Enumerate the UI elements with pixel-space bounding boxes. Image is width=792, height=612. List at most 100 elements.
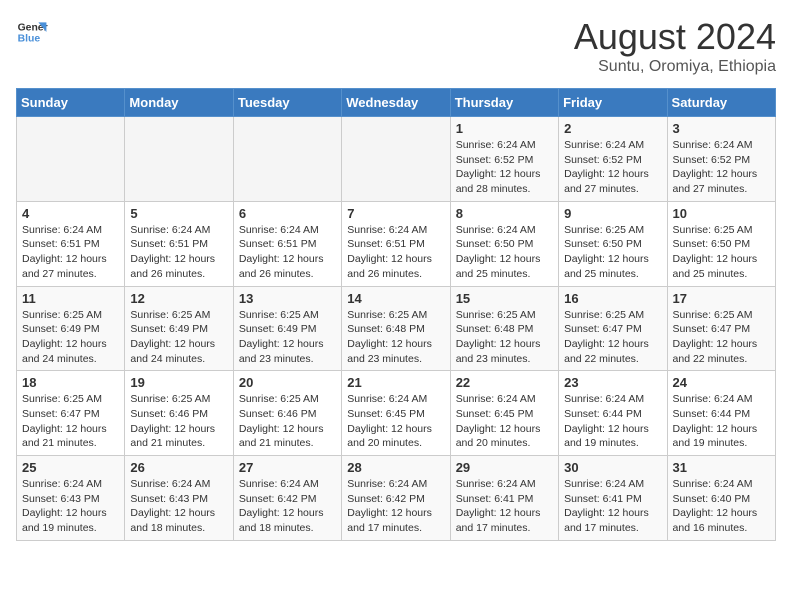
calendar-cell: 29 Sunrise: 6:24 AM Sunset: 6:41 PM Dayli… bbox=[450, 456, 558, 541]
day-number: 14 bbox=[347, 291, 444, 306]
day-info: Sunrise: 6:24 AM Sunset: 6:42 PM Dayligh… bbox=[239, 477, 336, 536]
day-info: Sunrise: 6:24 AM Sunset: 6:44 PM Dayligh… bbox=[673, 392, 770, 451]
calendar-cell: 27 Sunrise: 6:24 AM Sunset: 6:42 PM Dayli… bbox=[233, 456, 341, 541]
logo-icon: General Blue bbox=[16, 16, 48, 48]
calendar-cell: 15 Sunrise: 6:25 AM Sunset: 6:48 PM Dayli… bbox=[450, 286, 558, 371]
day-info: Sunrise: 6:25 AM Sunset: 6:50 PM Dayligh… bbox=[564, 223, 661, 282]
day-number: 8 bbox=[456, 206, 553, 221]
day-number: 15 bbox=[456, 291, 553, 306]
day-info: Sunrise: 6:25 AM Sunset: 6:49 PM Dayligh… bbox=[239, 308, 336, 367]
day-number: 29 bbox=[456, 460, 553, 475]
calendar-cell: 12Sunrise: 6:25 AM Sunset: 6:49 PM Dayli… bbox=[125, 286, 233, 371]
day-number: 30 bbox=[564, 460, 661, 475]
calendar-cell bbox=[17, 117, 125, 202]
day-info: Sunrise: 6:24 AM Sunset: 6:44 PM Dayligh… bbox=[564, 392, 661, 451]
calendar-cell: 9 Sunrise: 6:25 AM Sunset: 6:50 PM Daylig… bbox=[559, 201, 667, 286]
day-number: 11 bbox=[22, 291, 119, 306]
day-number: 17 bbox=[673, 291, 770, 306]
day-info: Sunrise: 6:24 AM Sunset: 6:51 PM Dayligh… bbox=[239, 223, 336, 282]
day-info: Sunrise: 6:24 AM Sunset: 6:51 PM Dayligh… bbox=[347, 223, 444, 282]
calendar-cell: 11 Sunrise: 6:25 AM Sunset: 6:49 PM Dayli… bbox=[17, 286, 125, 371]
title-block: August 2024 Suntu, Oromiya, Ethiopia bbox=[574, 16, 776, 76]
day-number: 26 bbox=[130, 460, 227, 475]
svg-text:Blue: Blue bbox=[18, 34, 41, 45]
day-of-week-header: Thursday bbox=[450, 89, 558, 117]
day-number: 10 bbox=[673, 206, 770, 221]
day-number: 27 bbox=[239, 460, 336, 475]
calendar-cell: 26Sunrise: 6:24 AM Sunset: 6:43 PM Dayli… bbox=[125, 456, 233, 541]
day-number: 5 bbox=[130, 206, 227, 221]
day-number: 20 bbox=[239, 375, 336, 390]
day-info: Sunrise: 6:24 AM Sunset: 6:52 PM Dayligh… bbox=[456, 138, 553, 197]
calendar-cell: 24 Sunrise: 6:24 AM Sunset: 6:44 PM Dayli… bbox=[667, 371, 775, 456]
calendar-cell: 18 Sunrise: 6:25 AM Sunset: 6:47 PM Dayli… bbox=[17, 371, 125, 456]
day-number: 1 bbox=[456, 121, 553, 136]
calendar-table: SundayMondayTuesdayWednesdayThursdayFrid… bbox=[16, 88, 776, 541]
day-info: Sunrise: 6:24 AM Sunset: 6:45 PM Dayligh… bbox=[456, 392, 553, 451]
day-number: 28 bbox=[347, 460, 444, 475]
calendar-cell: 16 Sunrise: 6:25 AM Sunset: 6:47 PM Dayli… bbox=[559, 286, 667, 371]
calendar-cell: 4Sunrise: 6:24 AM Sunset: 6:51 PM Daylig… bbox=[17, 201, 125, 286]
calendar-cell: 22 Sunrise: 6:24 AM Sunset: 6:45 PM Dayli… bbox=[450, 371, 558, 456]
month-title: August 2024 bbox=[574, 16, 776, 58]
day-info: Sunrise: 6:25 AM Sunset: 6:46 PM Dayligh… bbox=[239, 392, 336, 451]
day-of-week-header: Saturday bbox=[667, 89, 775, 117]
day-number: 18 bbox=[22, 375, 119, 390]
calendar-cell: 13 Sunrise: 6:25 AM Sunset: 6:49 PM Dayli… bbox=[233, 286, 341, 371]
calendar-cell: 31 Sunrise: 6:24 AM Sunset: 6:40 PM Dayli… bbox=[667, 456, 775, 541]
day-of-week-header: Sunday bbox=[17, 89, 125, 117]
day-number: 25 bbox=[22, 460, 119, 475]
calendar-cell: 1 Sunrise: 6:24 AM Sunset: 6:52 PM Daylig… bbox=[450, 117, 558, 202]
calendar-cell: 25 Sunrise: 6:24 AM Sunset: 6:43 PM Dayli… bbox=[17, 456, 125, 541]
day-info: Sunrise: 6:24 AM Sunset: 6:52 PM Dayligh… bbox=[564, 138, 661, 197]
day-number: 24 bbox=[673, 375, 770, 390]
day-of-week-header: Friday bbox=[559, 89, 667, 117]
day-info: Sunrise: 6:24 AM Sunset: 6:41 PM Dayligh… bbox=[456, 477, 553, 536]
calendar-cell: 10 Sunrise: 6:25 AM Sunset: 6:50 PM Dayli… bbox=[667, 201, 775, 286]
calendar-cell: 7 Sunrise: 6:24 AM Sunset: 6:51 PM Daylig… bbox=[342, 201, 450, 286]
day-of-week-header: Monday bbox=[125, 89, 233, 117]
logo: General Blue bbox=[16, 16, 48, 48]
day-of-week-header: Tuesday bbox=[233, 89, 341, 117]
day-info: Sunrise: 6:25 AM Sunset: 6:49 PM Dayligh… bbox=[130, 308, 227, 367]
calendar-cell: 19 Sunrise: 6:25 AM Sunset: 6:46 PM Dayli… bbox=[125, 371, 233, 456]
day-number: 19 bbox=[130, 375, 227, 390]
day-info: Sunrise: 6:25 AM Sunset: 6:46 PM Dayligh… bbox=[130, 392, 227, 451]
day-info: Sunrise: 6:25 AM Sunset: 6:49 PM Dayligh… bbox=[22, 308, 119, 367]
calendar-cell: 23 Sunrise: 6:24 AM Sunset: 6:44 PM Dayli… bbox=[559, 371, 667, 456]
day-info: Sunrise: 6:25 AM Sunset: 6:48 PM Dayligh… bbox=[347, 308, 444, 367]
day-info: Sunrise: 6:25 AM Sunset: 6:47 PM Dayligh… bbox=[564, 308, 661, 367]
day-info: Sunrise: 6:25 AM Sunset: 6:47 PM Dayligh… bbox=[673, 308, 770, 367]
day-info: Sunrise: 6:24 AM Sunset: 6:43 PM Dayligh… bbox=[22, 477, 119, 536]
calendar-cell: 20 Sunrise: 6:25 AM Sunset: 6:46 PM Dayli… bbox=[233, 371, 341, 456]
calendar-cell bbox=[233, 117, 341, 202]
page-header: General Blue August 2024 Suntu, Oromiya,… bbox=[16, 16, 776, 76]
day-number: 16 bbox=[564, 291, 661, 306]
day-number: 2 bbox=[564, 121, 661, 136]
day-info: Sunrise: 6:24 AM Sunset: 6:51 PM Dayligh… bbox=[130, 223, 227, 282]
calendar-cell: 5 Sunrise: 6:24 AM Sunset: 6:51 PM Daylig… bbox=[125, 201, 233, 286]
day-info: Sunrise: 6:24 AM Sunset: 6:41 PM Dayligh… bbox=[564, 477, 661, 536]
calendar-cell bbox=[342, 117, 450, 202]
day-number: 4 bbox=[22, 206, 119, 221]
day-number: 13 bbox=[239, 291, 336, 306]
day-number: 6 bbox=[239, 206, 336, 221]
calendar-cell: 28Sunrise: 6:24 AM Sunset: 6:42 PM Dayli… bbox=[342, 456, 450, 541]
day-info: Sunrise: 6:25 AM Sunset: 6:50 PM Dayligh… bbox=[673, 223, 770, 282]
day-number: 7 bbox=[347, 206, 444, 221]
day-info: Sunrise: 6:24 AM Sunset: 6:45 PM Dayligh… bbox=[347, 392, 444, 451]
calendar-cell: 17 Sunrise: 6:25 AM Sunset: 6:47 PM Dayli… bbox=[667, 286, 775, 371]
day-info: Sunrise: 6:25 AM Sunset: 6:47 PM Dayligh… bbox=[22, 392, 119, 451]
day-number: 3 bbox=[673, 121, 770, 136]
calendar-cell: 30 Sunrise: 6:24 AM Sunset: 6:41 PM Dayli… bbox=[559, 456, 667, 541]
calendar-cell bbox=[125, 117, 233, 202]
day-number: 9 bbox=[564, 206, 661, 221]
day-number: 23 bbox=[564, 375, 661, 390]
calendar-cell: 21 Sunrise: 6:24 AM Sunset: 6:45 PM Dayli… bbox=[342, 371, 450, 456]
day-number: 22 bbox=[456, 375, 553, 390]
calendar-cell: 2 Sunrise: 6:24 AM Sunset: 6:52 PM Daylig… bbox=[559, 117, 667, 202]
day-number: 21 bbox=[347, 375, 444, 390]
day-number: 31 bbox=[673, 460, 770, 475]
day-info: Sunrise: 6:25 AM Sunset: 6:48 PM Dayligh… bbox=[456, 308, 553, 367]
day-info: Sunrise: 6:24 AM Sunset: 6:40 PM Dayligh… bbox=[673, 477, 770, 536]
